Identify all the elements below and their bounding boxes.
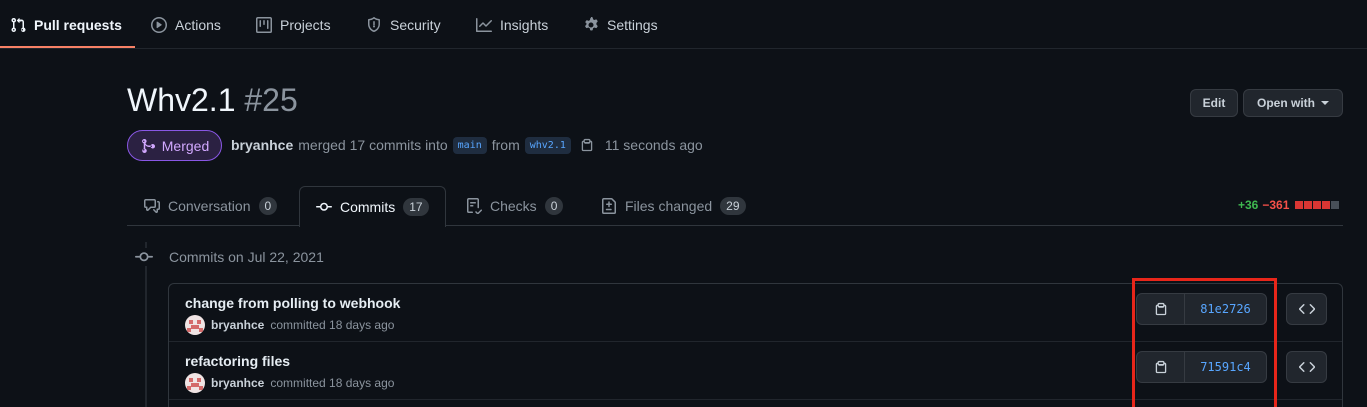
comment-discussion-icon — [144, 199, 160, 213]
diff-block-deletion — [1313, 201, 1322, 209]
nav-label: Security — [390, 16, 441, 33]
commit-time: committed 18 days ago — [270, 318, 395, 332]
commits-date-heading: Commits on Jul 22, 2021 — [135, 248, 324, 266]
tab-label: Conversation — [168, 198, 251, 214]
from-text: from — [491, 137, 520, 153]
browse-repo-button[interactable] — [1286, 293, 1327, 325]
status-badge: Merged — [127, 130, 222, 161]
nav-projects[interactable]: Projects — [256, 0, 331, 49]
commit-meta: bryanhce committed 18 days ago — [185, 373, 394, 393]
commit-list: change from polling to webhook bryanhce … — [168, 283, 1343, 407]
clipboard-icon — [1155, 302, 1166, 316]
avatar[interactable] — [185, 315, 205, 335]
graph-icon — [476, 17, 492, 32]
repo-nav: Pull requests Actions Projects Security … — [0, 0, 1367, 49]
diff-block-deletion — [1304, 201, 1313, 209]
commit-row: refactoring files bryanhce committed 18 … — [169, 342, 1342, 400]
play-icon — [151, 16, 167, 33]
nav-pull-requests[interactable]: Pull requests — [10, 0, 122, 49]
commit-time: committed 18 days ago — [270, 376, 395, 390]
tab-label: Commits — [340, 199, 396, 215]
nav-label: Projects — [280, 16, 331, 33]
git-commit-icon — [135, 248, 153, 266]
nav-label: Pull requests — [34, 16, 122, 33]
page-title: Whv2.1 #25 — [127, 82, 298, 119]
commit-message-link[interactable]: change from polling to webhook — [185, 295, 400, 311]
tab-counter: 0 — [258, 197, 278, 215]
git-commit-icon — [316, 202, 332, 211]
avatar[interactable] — [185, 373, 205, 393]
project-icon — [256, 16, 272, 33]
file-diff-icon — [602, 198, 616, 214]
nav-actions[interactable]: Actions — [151, 0, 221, 49]
code-icon — [1298, 304, 1315, 314]
diff-block-deletion — [1322, 201, 1331, 209]
identicon-icon — [187, 378, 203, 390]
additions-count: +36 — [1238, 198, 1259, 212]
git-pull-request-icon — [11, 17, 26, 32]
copy-sha-button[interactable] — [1137, 352, 1185, 382]
edit-button-label: Edit — [1202, 96, 1226, 110]
browse-repo-button[interactable] — [1286, 351, 1327, 383]
merged-time: 11 seconds ago — [604, 137, 703, 153]
nav-label: Actions — [175, 16, 221, 33]
gear-icon — [585, 16, 598, 30]
pr-number: #25 — [244, 82, 298, 118]
identicon-icon — [187, 320, 203, 332]
tab-counter: 17 — [403, 198, 429, 216]
pr-title-text: Whv2.1 — [127, 82, 236, 118]
code-icon — [1298, 362, 1315, 372]
commit-author-link[interactable]: bryanhce — [211, 318, 264, 332]
nav-settings[interactable]: Settings — [583, 0, 658, 49]
tab-label: Files changed — [625, 198, 713, 214]
copy-sha-button[interactable] — [1137, 294, 1185, 324]
tab-checks[interactable]: Checks 0 — [466, 186, 564, 226]
git-merge-icon — [141, 138, 155, 153]
date-heading-text: Commits on Jul 22, 2021 — [169, 249, 324, 265]
commit-sha-link[interactable]: 81e2726 — [1185, 294, 1266, 324]
open-with-button[interactable]: Open with — [1243, 89, 1343, 117]
pr-meta: bryanhce merged 17 commits into main fro… — [231, 134, 703, 156]
commit-meta: bryanhce committed 18 days ago — [185, 315, 394, 335]
timeline-line — [145, 242, 147, 407]
status-label: Merged — [161, 137, 210, 154]
nav-label: Settings — [607, 16, 658, 33]
open-with-label: Open with — [1257, 96, 1315, 110]
tab-conversation[interactable]: Conversation 0 — [144, 186, 278, 226]
nav-label: Insights — [500, 16, 549, 33]
commit-message-link[interactable]: refactoring files — [185, 353, 290, 369]
tab-label: Checks — [490, 198, 537, 214]
diff-block-deletion — [1295, 201, 1304, 209]
nav-security[interactable]: Security — [366, 0, 441, 49]
commit-author-link[interactable]: bryanhce — [211, 376, 264, 390]
deletions-count: −361 — [1262, 198, 1290, 212]
diffstat-blocks — [1295, 201, 1340, 209]
chevron-down-icon — [1321, 101, 1329, 105]
commit-sha-link[interactable]: 71591c4 — [1185, 352, 1266, 382]
tab-counter: 0 — [544, 197, 564, 215]
tab-counter: 29 — [720, 197, 746, 215]
edit-button[interactable]: Edit — [1190, 89, 1238, 117]
base-branch[interactable]: main — [452, 136, 487, 154]
commit-sha-group: 71591c4 — [1136, 351, 1267, 383]
active-tab-underline — [0, 46, 135, 48]
clipboard-icon — [1155, 360, 1166, 374]
head-branch[interactable]: whv2.1 — [524, 136, 571, 154]
commit-row: change from polling to webhook bryanhce … — [169, 284, 1342, 342]
tab-commits[interactable]: Commits 17 — [299, 186, 446, 227]
checklist-icon — [467, 198, 482, 214]
shield-icon — [368, 16, 380, 32]
commit-sha-group: 81e2726 — [1136, 293, 1267, 325]
diff-block-neutral — [1331, 201, 1340, 209]
diffstat[interactable]: +36 −361 — [1238, 198, 1340, 212]
copy-icon[interactable] — [580, 138, 594, 152]
nav-insights[interactable]: Insights — [476, 0, 548, 49]
merged-text: merged 17 commits into — [298, 137, 448, 153]
pr-author-link[interactable]: bryanhce — [231, 137, 293, 153]
tab-files-changed[interactable]: Files changed 29 — [601, 186, 746, 226]
